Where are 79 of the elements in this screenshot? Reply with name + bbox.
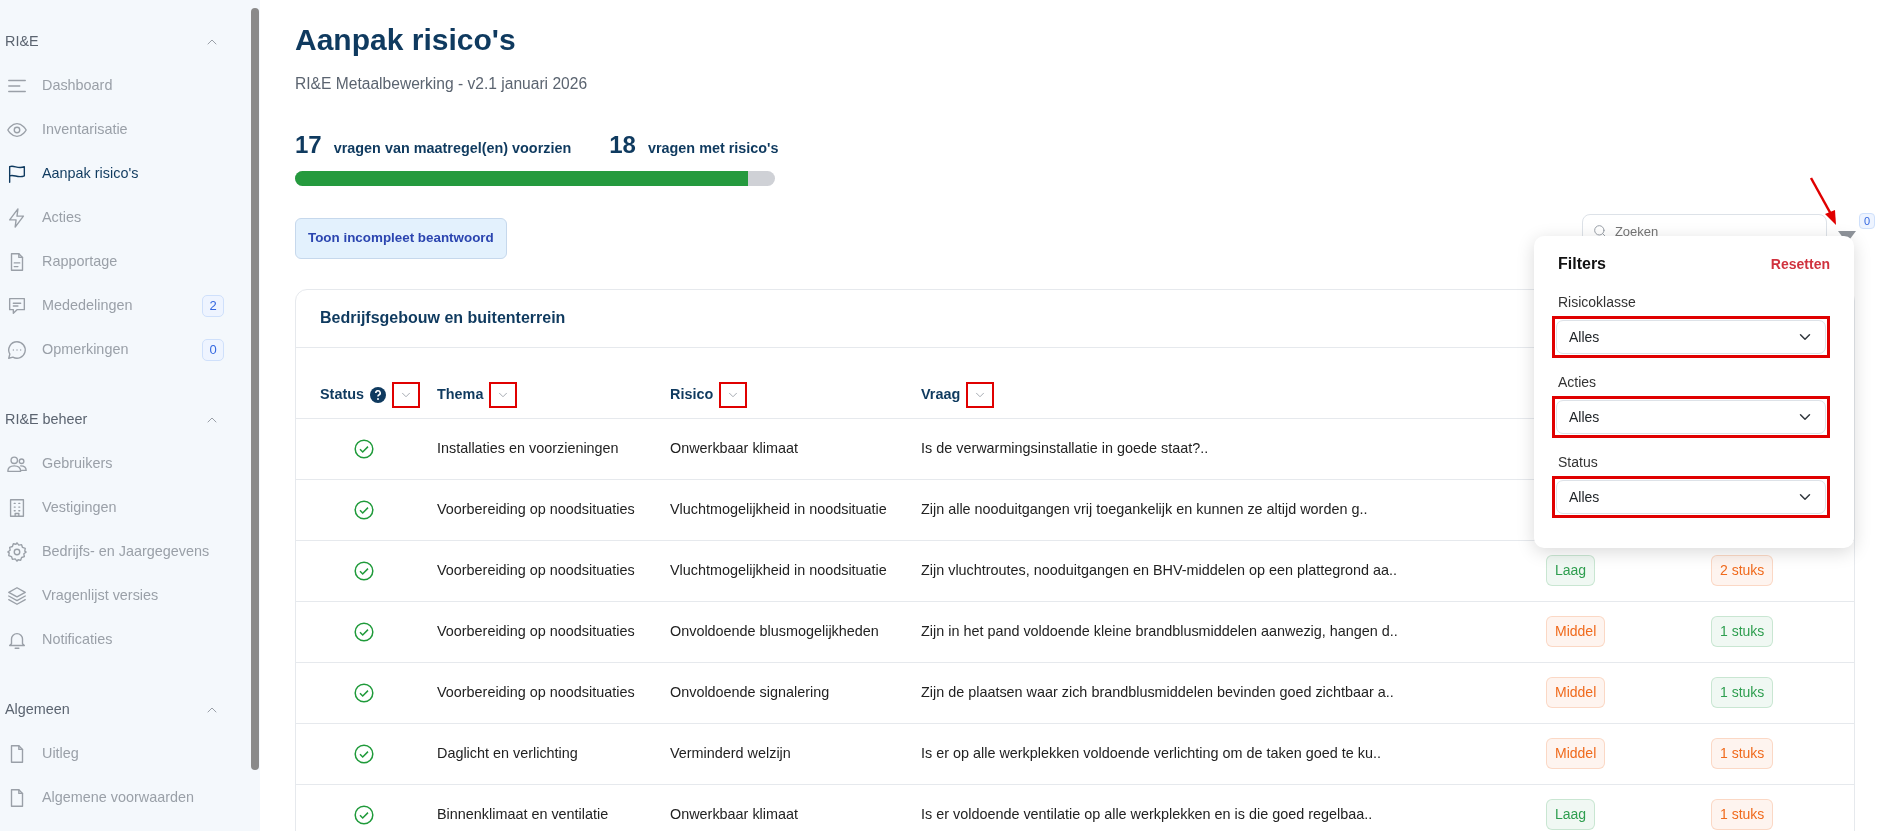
- field-label: Acties: [1558, 374, 1598, 391]
- table-cell: Onwerkbaar klimaat: [670, 805, 798, 822]
- table-cell: Voorbereiding op noodsituaties: [437, 683, 635, 700]
- gear-icon: [6, 541, 28, 563]
- table-cell: Onvoldoende blusmogelijkheden: [670, 622, 879, 639]
- table-cell: Onwerkbaar klimaat: [670, 439, 798, 456]
- section-title: RI&E beheer: [5, 410, 88, 430]
- sidebar-item[interactable]: Algemene voorwaarden: [0, 776, 250, 820]
- filter-toggle-button[interactable]: Toon incompleet beantwoord: [295, 218, 507, 259]
- table-cell: Is de verwarmingsinstallatie in goede staat?..: [921, 439, 1209, 456]
- sidebar-item[interactable]: Dashboard: [0, 64, 250, 108]
- chat-icon: [6, 295, 28, 317]
- risk-tag: Middel: [1546, 677, 1606, 708]
- table-cell: Vluchtmogelijkheid in noodsituatie: [670, 561, 887, 578]
- table-title: Bedrijfsgebouw en buitenterrein: [320, 308, 566, 328]
- count-badge: 0: [1858, 213, 1875, 230]
- table-cell: Zijn vluchtroutes, nooduitgangen en BHV-middelen op een plattegrond aa..: [921, 561, 1397, 578]
- action-count-tag: 1 stuks: [1711, 616, 1774, 647]
- stat-number: 17: [295, 131, 322, 159]
- sidebar-item[interactable]: Gebruikers: [0, 442, 250, 486]
- table-cell: Voorbereiding op noodsituaties: [437, 500, 635, 517]
- scrollbar[interactable]: [251, 8, 259, 770]
- table-cell: Zijn alle nooduitgangen vrij toegankelijk en kunnen ze altijd worden g..: [921, 500, 1368, 517]
- select-field[interactable]: Alles: [1556, 400, 1826, 434]
- column-header: Vraag: [921, 384, 961, 404]
- sidebar-item[interactable]: Vestigingen: [0, 486, 250, 530]
- count-badge: 0: [202, 339, 224, 361]
- table-cell: Verminderd welzijn: [670, 744, 791, 761]
- sidebar-item[interactable]: Inventarisatie: [0, 108, 250, 152]
- sidebar-item[interactable]: Bedrijfs- en Jaargegevens: [0, 530, 250, 574]
- table-cell: Is er voldoende ventilatie op alle werkplekken en is die goed regelbaa..: [921, 805, 1373, 822]
- help-icon[interactable]: [370, 386, 386, 403]
- reset-button[interactable]: Resetten: [1770, 253, 1830, 275]
- risk-tag: Middel: [1546, 738, 1606, 769]
- table-cell: Binnenklimaat en ventilatie: [437, 805, 609, 822]
- sidebar-item[interactable]: Uitleg: [0, 732, 250, 776]
- sidebar-item[interactable]: Opmerkingen 0: [0, 328, 250, 372]
- sidebar-item[interactable]: Rapportage: [0, 240, 250, 284]
- table-cell: Voorbereiding op noodsituaties: [437, 561, 635, 578]
- flag-icon: [6, 163, 28, 185]
- page-subtitle: RI&E Metaalbewerking - v2.1 januari 2026: [295, 74, 589, 94]
- count-badge: 2: [202, 295, 224, 317]
- sidebar-item[interactable]: Mededelingen 2: [0, 284, 250, 328]
- layers-icon: [6, 585, 28, 607]
- speech-bubble-icon: [6, 339, 28, 361]
- action-count-tag: 1 stuks: [1711, 799, 1774, 830]
- table-cell: Zijn de plaatsen waar zich brandblusmiddelen bevinden goed zichtbaar a..: [921, 683, 1394, 700]
- select-field[interactable]: Alles: [1556, 320, 1826, 354]
- column-header: Thema: [437, 384, 484, 404]
- table-cell: Is er op alle werkplekken voldoende verlichting om de taken goed te ku..: [921, 744, 1381, 761]
- action-count-tag: 1 stuks: [1711, 738, 1774, 769]
- sidebar-item[interactable]: Acties: [0, 196, 250, 240]
- sidebar-item[interactable]: Aanpak risico's: [0, 152, 250, 196]
- column-header: Risico: [670, 384, 714, 404]
- section-title: Algemeen: [5, 700, 70, 720]
- field-label: Risicoklasse: [1558, 294, 1637, 311]
- stat-number: 18: [609, 131, 636, 159]
- risk-tag: Laag: [1546, 799, 1596, 830]
- column-header: Status: [320, 384, 364, 404]
- table-cell: Voorbereiding op noodsituaties: [437, 622, 635, 639]
- table-cell: Vluchtmogelijkheid in noodsituatie: [670, 500, 887, 517]
- table-cell: Daglicht en verlichting: [437, 744, 578, 761]
- select-field[interactable]: Alles: [1556, 480, 1826, 514]
- section-title: RI&E: [5, 32, 39, 52]
- page-title: Aanpak risico's: [295, 22, 517, 58]
- table-cell: Zijn in het pand voldoende kleine brandblusmiddelen aanwezig, hangen d..: [921, 622, 1398, 639]
- table-cell: Onvoldoende signalering: [670, 683, 830, 700]
- action-count-tag: 2 stuks: [1711, 555, 1774, 586]
- stat-label: vragen met risico's: [647, 140, 779, 157]
- stat-label: vragen van maatregel(en) voorzien: [333, 140, 572, 157]
- table-cell: Installaties en voorzieningen: [437, 439, 619, 456]
- users-icon: [6, 453, 28, 475]
- sidebar-item[interactable]: Notificaties: [0, 618, 250, 662]
- popover-title: Filters: [1558, 254, 1606, 274]
- sidebar-item[interactable]: Vragenlijst versies: [0, 574, 250, 618]
- field-label: Status: [1558, 454, 1599, 471]
- risk-tag: Laag: [1546, 555, 1596, 586]
- risk-tag: Middel: [1546, 616, 1606, 647]
- action-count-tag: 1 stuks: [1711, 677, 1774, 708]
